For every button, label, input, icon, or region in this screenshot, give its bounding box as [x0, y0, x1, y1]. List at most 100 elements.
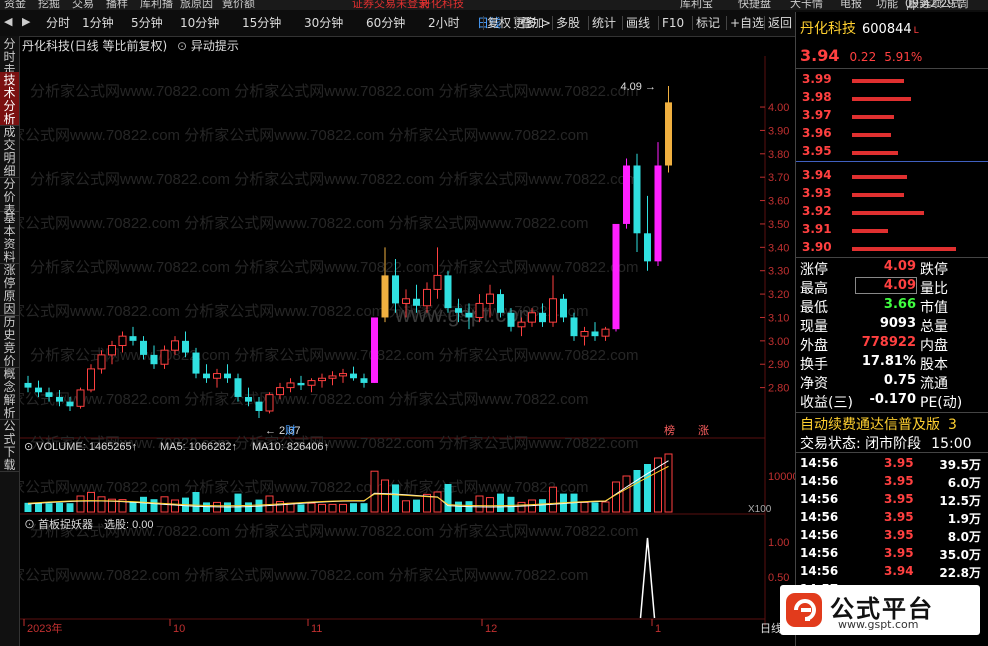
candle-body[interactable] — [644, 233, 651, 262]
candle-body[interactable] — [360, 378, 368, 383]
candle-body[interactable] — [118, 335, 127, 347]
period-tab[interactable]: 1分钟 — [82, 14, 114, 32]
candle-body[interactable] — [265, 394, 274, 412]
candle-body[interactable] — [517, 321, 526, 328]
kline-chart[interactable]: 分析家公式网www.70822.com 分析家公式网www.70822.com … — [20, 36, 795, 646]
candle-body[interactable] — [182, 340, 189, 353]
toolbar-action-button[interactable]: 叠加 — [520, 14, 544, 32]
side-tab[interactable]: 分时走势 — [0, 36, 19, 90]
menu-item[interactable]: 09:42:29 周日 — [905, 0, 972, 10]
candle-body[interactable] — [633, 165, 641, 234]
candle-body[interactable] — [455, 308, 462, 313]
toolbar-action-button[interactable]: 统计 — [592, 14, 616, 32]
order-book-price[interactable]: 3.90 — [802, 240, 832, 254]
side-tab[interactable]: 概念解析 — [0, 366, 19, 420]
menu-item[interactable]: 快捷盘 — [738, 0, 771, 9]
candle-body[interactable] — [245, 396, 252, 402]
menu-item[interactable]: 库利宝 — [680, 0, 713, 9]
candle-body[interactable] — [129, 336, 137, 341]
candle-body[interactable] — [539, 312, 546, 323]
period-tab[interactable]: 60分钟 — [366, 14, 405, 32]
side-tab[interactable]: 公式下载 — [0, 418, 19, 472]
candle-body[interactable] — [528, 312, 536, 323]
candle-body[interactable] — [56, 396, 63, 402]
toolbar-action-button[interactable]: 多股 — [556, 14, 580, 32]
candle-body[interactable] — [497, 294, 504, 313]
finance-tag[interactable]: 财 — [285, 423, 296, 437]
menu-item[interactable]: 大卡情 — [790, 0, 823, 9]
toolbar-action-button[interactable]: 返回 — [768, 14, 792, 32]
order-book-price[interactable]: 3.99 — [802, 72, 832, 86]
candle-body[interactable] — [108, 345, 116, 356]
candle-body[interactable] — [297, 382, 305, 386]
order-book-price[interactable]: 3.95 — [802, 144, 832, 158]
candle-body[interactable] — [444, 275, 452, 309]
candle-body[interactable] — [160, 349, 169, 365]
side-tab[interactable]: 历史竞价 — [0, 314, 19, 368]
candle-body[interactable] — [224, 373, 231, 379]
period-tab[interactable]: 5分钟 — [131, 14, 163, 32]
order-book-price[interactable]: 3.92 — [802, 204, 832, 218]
candle-body[interactable] — [560, 298, 567, 318]
candle-body[interactable] — [171, 340, 179, 351]
candle-body[interactable] — [339, 373, 347, 377]
candle-body[interactable] — [328, 375, 337, 379]
candle-body[interactable] — [475, 302, 484, 318]
candle-body[interactable] — [87, 368, 95, 391]
candle-body[interactable] — [423, 288, 431, 307]
order-book-price[interactable]: 3.91 — [802, 222, 832, 236]
toolbar-left-arrow[interactable]: ◀ — [4, 15, 12, 28]
period-tab[interactable]: 10分钟 — [180, 14, 219, 32]
side-tab[interactable]: 基本资料 — [0, 210, 19, 264]
order-book-price[interactable]: 3.97 — [802, 108, 832, 122]
candle-body[interactable] — [413, 298, 420, 306]
candle-body[interactable] — [486, 293, 494, 304]
side-tab[interactable]: 成交明细 — [0, 124, 19, 178]
menu-item[interactable]: 电报 — [840, 0, 862, 9]
candle-body[interactable] — [623, 165, 630, 224]
candle-body[interactable] — [66, 401, 74, 407]
toolbar-action-button[interactable]: 画线 — [626, 14, 650, 32]
toolbar-action-button[interactable]: 标记 — [696, 14, 720, 32]
period-tab[interactable]: 分时 — [46, 14, 70, 32]
candle-body[interactable] — [549, 298, 557, 323]
menu-item[interactable]: 功能 — [876, 0, 898, 9]
candle-body[interactable] — [255, 401, 263, 411]
candle-body[interactable] — [392, 275, 399, 304]
order-book-price[interactable]: 3.96 — [802, 126, 832, 140]
candle-body[interactable] — [591, 331, 599, 337]
candle-body[interactable] — [307, 380, 316, 386]
candle-body[interactable] — [507, 312, 515, 327]
side-tab[interactable]: 分价表 — [0, 176, 19, 217]
menu-item[interactable]: 挖掘 — [38, 0, 60, 9]
toolbar-action-button[interactable]: 复权 — [487, 14, 511, 32]
menu-item[interactable]: 播样 — [106, 0, 128, 9]
toolbar-action-button[interactable]: +自选 — [730, 14, 764, 32]
order-book-price[interactable]: 3.93 — [802, 186, 832, 200]
candle-body[interactable] — [234, 378, 242, 397]
menu-item[interactable]: 交易 — [72, 0, 94, 9]
menu-item[interactable]: 库利播 — [140, 0, 173, 9]
period-tab[interactable]: 2小时 — [428, 14, 460, 32]
candle-body[interactable] — [76, 389, 85, 407]
candle-body[interactable] — [213, 373, 221, 379]
candle-body[interactable] — [286, 382, 295, 389]
candle-body[interactable] — [192, 352, 200, 374]
candle-body[interactable] — [24, 382, 32, 388]
candle-body[interactable] — [433, 274, 442, 290]
menu-item[interactable]: 竟价额 — [222, 0, 255, 9]
order-book-price[interactable]: 3.94 — [802, 168, 832, 182]
candle-body[interactable] — [371, 317, 378, 383]
period-tab[interactable]: 15分钟 — [242, 14, 281, 32]
menu-item[interactable]: 资金 — [4, 0, 26, 9]
candle-body[interactable] — [276, 387, 284, 396]
promo-row[interactable]: 自动续费通达信普及版 3 — [800, 414, 957, 434]
period-tab[interactable]: 30分钟 — [304, 14, 343, 32]
candle-body[interactable] — [381, 275, 389, 318]
list-tag[interactable]: 榜 — [664, 423, 675, 437]
limit-tag[interactable]: 涨 — [698, 424, 709, 437]
candle-body[interactable] — [665, 102, 672, 166]
toolbar-right-arrow[interactable]: ▶ — [22, 15, 30, 28]
candle-body[interactable] — [612, 223, 620, 330]
candle-body[interactable] — [570, 317, 578, 337]
